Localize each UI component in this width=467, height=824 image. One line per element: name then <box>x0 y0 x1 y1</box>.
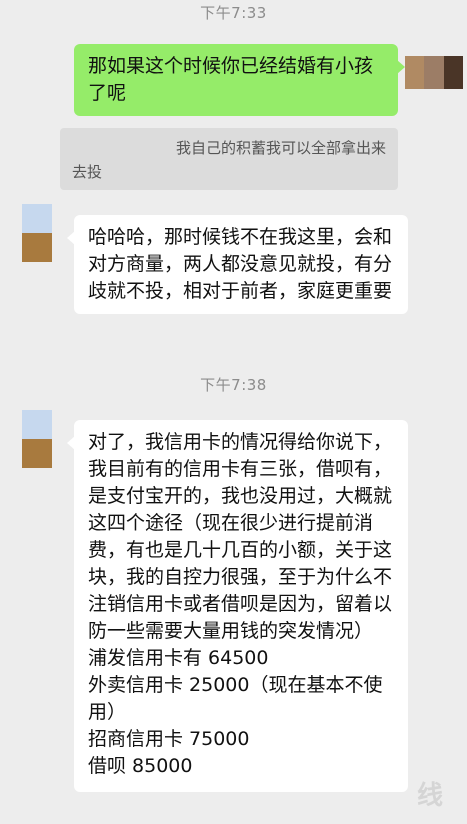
avatar-contact[interactable] <box>22 410 52 468</box>
avatar-self[interactable] <box>405 56 463 89</box>
message-bubble-self[interactable]: 那如果这个时候你已经结婚有小孩了呢 <box>74 44 405 116</box>
timestamp: 下午7:38 <box>200 376 267 394</box>
quoted-message[interactable]: 我自己的积蓄我可以全部拿出来去投 <box>60 128 398 190</box>
watermark: 线 <box>416 781 445 811</box>
timestamp: 下午7:33 <box>200 4 267 22</box>
message-bubble-other[interactable]: 对了，我信用卡的情况得给你说下，我目前有的信用卡有三张，借呗有，是支付宝开的，我… <box>67 420 408 792</box>
avatar-contact[interactable] <box>22 204 52 262</box>
message-bubble-other[interactable]: 哈哈哈，那时候钱不在我这里，会和对方商量，两人都没意见就投，有分歧就不投，相对于… <box>67 215 408 314</box>
